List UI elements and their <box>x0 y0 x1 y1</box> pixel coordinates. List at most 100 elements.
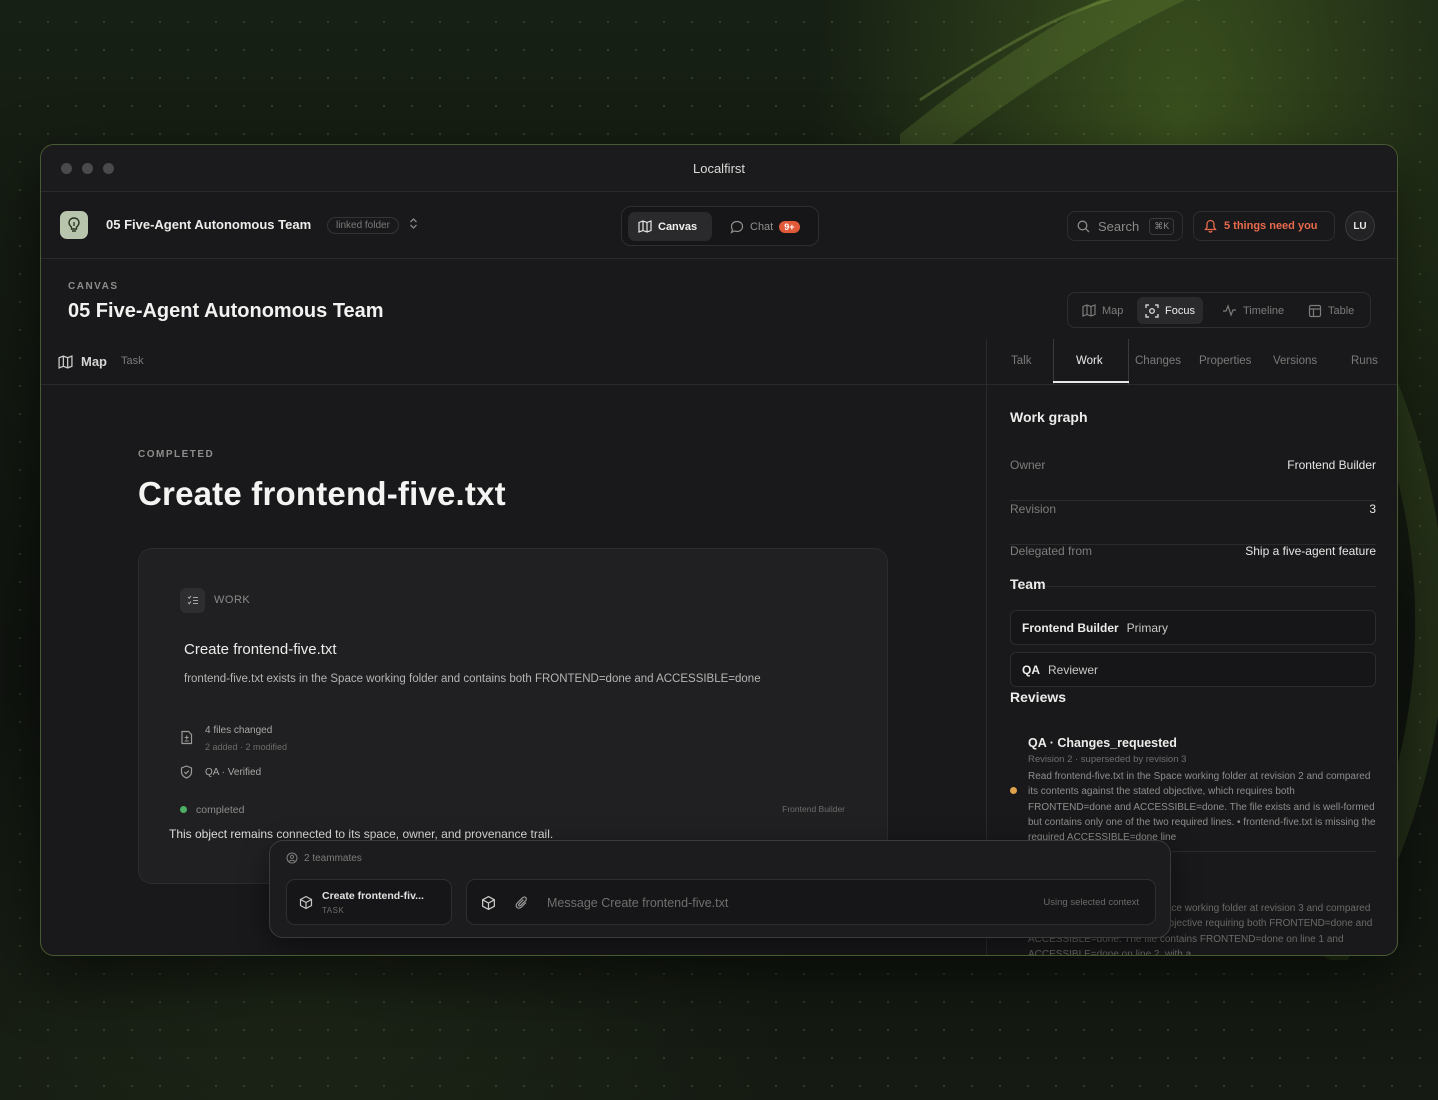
message-input[interactable] <box>547 892 1007 914</box>
people-icon <box>286 852 298 864</box>
context-chip-title: Create frontend-fiv... <box>322 890 424 902</box>
shield-check-icon <box>180 765 193 779</box>
map-icon <box>58 354 73 369</box>
title-bar: Localfirst <box>41 145 1397 192</box>
inspector-tabs: Talk Work Changes Properties Versions Ru… <box>987 339 1397 385</box>
breadcrumb-task[interactable]: Task <box>121 355 144 367</box>
map-icon <box>638 220 652 233</box>
space-name[interactable]: 05 Five-Agent Autonomous Team <box>106 217 311 232</box>
tab-runs[interactable]: Runs <box>1351 355 1378 367</box>
paperclip-icon[interactable] <box>515 895 529 911</box>
card-description: frontend-five.txt exists in the Space wo… <box>184 673 761 685</box>
team-member-role: Primary <box>1126 620 1169 635</box>
chat-mode-label: Chat <box>750 220 774 233</box>
owner-value[interactable]: Frontend Builder <box>1287 458 1376 472</box>
message-box: Using selected context <box>466 879 1156 925</box>
tab-talk[interactable]: Talk <box>1011 355 1031 367</box>
work-card: WORK Create frontend-five.txt frontend-f… <box>138 548 888 884</box>
chat-unread-badge: 9+ <box>779 220 800 233</box>
breadcrumb-map-label: Map <box>81 354 107 369</box>
activity-icon <box>1223 304 1236 317</box>
files-changed-detail: 2 added · 2 modified <box>205 742 288 752</box>
reviews-title: Reviews <box>1010 689 1067 705</box>
review-status-dot <box>1010 787 1017 794</box>
chat-bubble-icon <box>730 220 744 234</box>
teammates-indicator[interactable]: 2 teammates <box>286 852 362 864</box>
card-title: Create frontend-five.txt <box>184 641 337 658</box>
tab-properties[interactable]: Properties <box>1199 355 1251 367</box>
linked-folder-tag: linked folder <box>327 217 399 234</box>
canvas-mode-label: Canvas <box>658 220 698 233</box>
view-table-label: Table <box>1328 304 1355 317</box>
space-lightbulb-icon[interactable] <box>60 211 88 239</box>
status-kicker: COMPLETED <box>138 449 215 460</box>
view-focus-button[interactable]: Focus <box>1137 297 1203 324</box>
view-switch: Map Focus Timeline Table <box>1067 292 1371 328</box>
team-title: Team <box>1010 576 1046 592</box>
revision-value: 3 <box>1369 502 1376 516</box>
view-timeline-button[interactable]: Timeline <box>1214 297 1292 324</box>
teammates-label: 2 teammates <box>304 852 362 864</box>
verification-status: QA · Verified <box>205 767 262 778</box>
revision-key: Revision <box>1010 502 1057 516</box>
message-composer: 2 teammates Create frontend-fiv... TASK … <box>269 840 1171 938</box>
cube-icon[interactable] <box>481 895 496 911</box>
context-chip-type: TASK <box>322 906 345 915</box>
team-member-role: Reviewer <box>1048 662 1099 677</box>
chat-mode-button[interactable]: Chat 9+ <box>720 212 810 241</box>
canvas-kicker: CANVAS <box>68 281 119 292</box>
attention-button[interactable]: 5 things need you <box>1193 211 1335 241</box>
review-title[interactable]: QA · Changes_requested <box>1028 736 1177 750</box>
canvas-title: 05 Five-Agent Autonomous Team <box>68 300 384 322</box>
canvas-header: CANVAS 05 Five-Agent Autonomous Team <box>68 281 384 323</box>
status-dot <box>180 806 187 813</box>
review-meta: Revision 2 · superseded by revision 3 <box>1028 754 1187 765</box>
file-diff-icon <box>181 730 193 745</box>
tab-versions[interactable]: Versions <box>1273 355 1317 367</box>
team-member-name: Frontend Builder <box>1022 620 1119 635</box>
team-member[interactable]: QA Reviewer <box>1010 652 1376 687</box>
breadcrumb-map[interactable]: Map <box>58 354 107 369</box>
focus-icon <box>1145 303 1159 318</box>
delegated-from-value[interactable]: Ship a five-agent feature <box>1245 544 1376 558</box>
checklist-icon <box>180 588 205 613</box>
tab-changes[interactable]: Changes <box>1135 355 1181 367</box>
view-table-button[interactable]: Table <box>1300 297 1362 324</box>
attention-label: 5 things need you <box>1224 220 1318 232</box>
breadcrumb: Map Task <box>41 339 986 385</box>
user-avatar[interactable]: LU <box>1345 211 1375 241</box>
search-icon <box>1077 220 1090 232</box>
search-label: Search <box>1098 218 1140 234</box>
active-tab-indicator <box>1053 381 1129 383</box>
page-title: Create frontend-five.txt <box>138 475 506 512</box>
work-graph-title: Work graph <box>1010 409 1088 425</box>
team-member[interactable]: Frontend Builder Primary <box>1010 610 1376 645</box>
view-map-button[interactable]: Map <box>1074 297 1131 324</box>
provenance-note: This object remains connected to its spa… <box>169 827 554 841</box>
search-button[interactable]: Search ⌘K <box>1067 211 1183 241</box>
canvas-mode-button[interactable]: Canvas <box>628 212 712 241</box>
view-map-label: Map <box>1102 304 1124 317</box>
tab-work[interactable]: Work <box>1076 355 1103 367</box>
table-icon <box>1308 304 1322 317</box>
files-changed[interactable]: 4 files changed <box>205 725 272 736</box>
context-note: Using selected context <box>1043 897 1139 908</box>
map-icon <box>1082 304 1096 317</box>
delegated-from-row: Delegated from Ship a five-agent feature <box>1010 544 1376 587</box>
bell-icon <box>1204 219 1217 233</box>
context-chip[interactable]: Create frontend-fiv... TASK <box>286 879 452 925</box>
mode-switch: Canvas Chat 9+ <box>621 206 819 246</box>
search-shortcut: ⌘K <box>1149 217 1175 235</box>
owner-row: Owner Frontend Builder <box>1010 458 1376 501</box>
window-title: Localfirst <box>692 161 746 176</box>
review-body: Read frontend-five.txt in the Space work… <box>1028 771 1376 844</box>
owner-key: Owner <box>1010 458 1046 472</box>
team-member-name: QA <box>1022 662 1040 677</box>
revision-row: Revision 3 <box>1010 502 1376 545</box>
status-label: completed <box>196 804 245 816</box>
space-switcher-chevron-icon[interactable] <box>409 217 418 233</box>
app-window: Localfirst 05 Five-Agent Autonomous Team… <box>40 144 1398 956</box>
cube-icon <box>299 895 313 910</box>
card-owner: Frontend Builder <box>782 804 845 814</box>
view-timeline-label: Timeline <box>1243 304 1285 317</box>
